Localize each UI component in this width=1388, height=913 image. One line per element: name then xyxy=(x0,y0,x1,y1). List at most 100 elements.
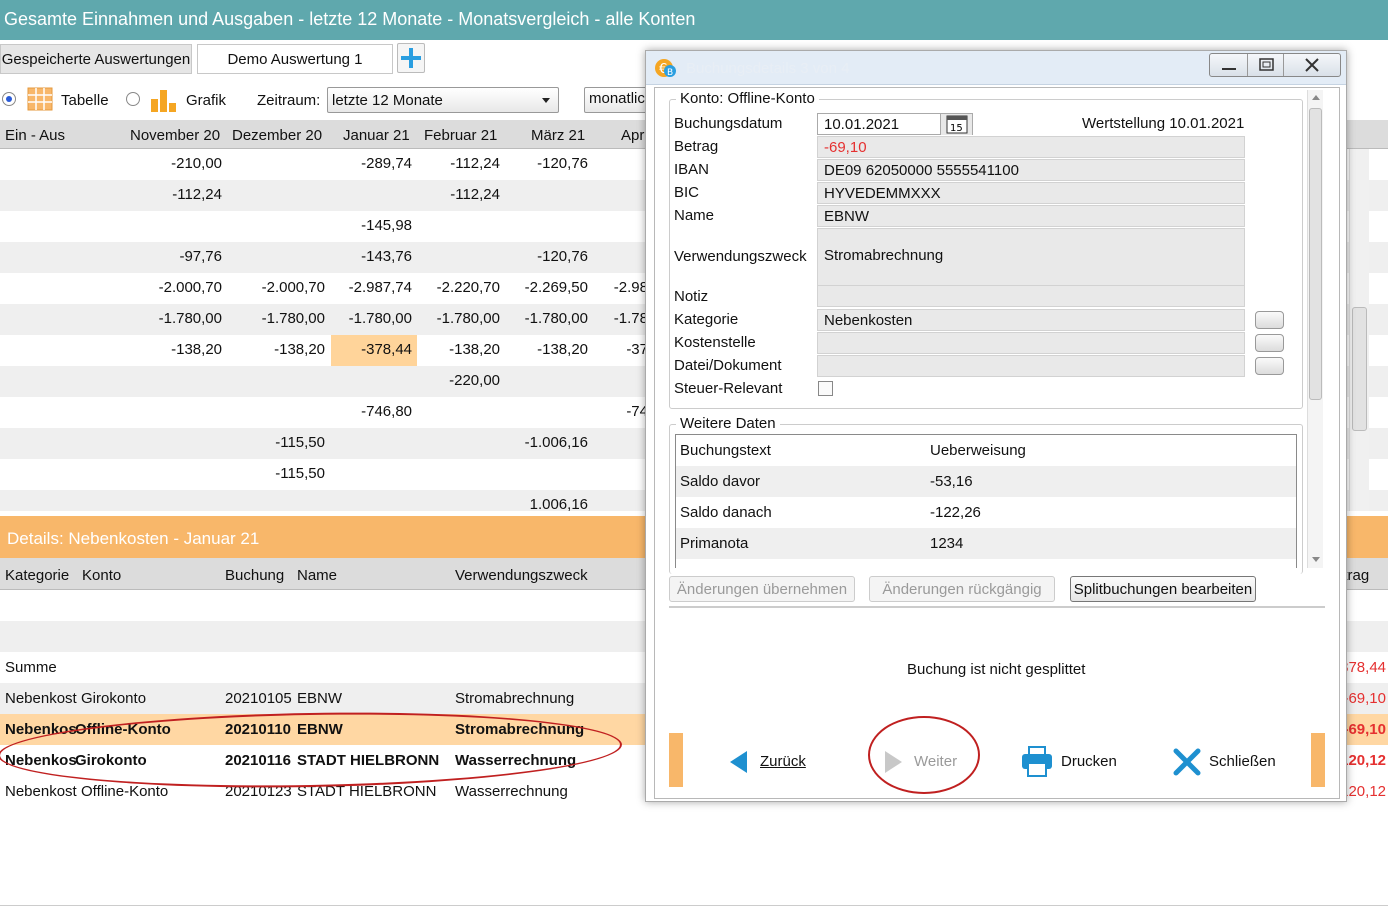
weitere-key: Primanota xyxy=(680,535,749,552)
grid-cell[interactable]: -138,20 xyxy=(274,341,325,358)
grid-cell[interactable]: -2.269,50 xyxy=(525,279,588,296)
grid-cell[interactable]: -97,76 xyxy=(179,248,222,265)
table-icon xyxy=(27,87,53,111)
maximize-button[interactable] xyxy=(1248,54,1284,76)
interval-select[interactable]: monatlich xyxy=(584,87,654,113)
steuer-checkbox[interactable] xyxy=(818,381,833,396)
apply-changes-button[interactable]: Änderungen übernehmen xyxy=(669,576,855,602)
dialog-scroll-thumb[interactable] xyxy=(1309,108,1322,400)
scroll-up-icon xyxy=(1312,95,1320,100)
calendar-button[interactable]: 15 xyxy=(940,114,972,135)
grid-cell[interactable]: -138,20 xyxy=(171,341,222,358)
window-title: Gesamte Einnahmen und Ausgaben - letzte … xyxy=(0,0,1388,40)
minimize-button[interactable] xyxy=(1210,54,1248,76)
col-verwendungszweck[interactable]: Verwendungszweck xyxy=(455,567,588,584)
grid-cell[interactable]: -2.987,74 xyxy=(349,279,412,296)
svg-text:B: B xyxy=(667,68,673,78)
grid-cell[interactable]: -145,98 xyxy=(361,217,412,234)
grid-cell[interactable]: -138,20 xyxy=(537,341,588,358)
dialog-titlebar[interactable]: € B Buchungsdetails 3 von 4 xyxy=(646,51,1346,85)
close-window-button[interactable] xyxy=(1284,54,1340,76)
datei-field[interactable] xyxy=(817,355,1245,377)
table-radio[interactable] xyxy=(2,92,16,106)
dialog-scrollbar[interactable] xyxy=(1307,90,1323,568)
period-label: Zeitraum: xyxy=(257,92,321,109)
grid-cell[interactable]: -1.78 xyxy=(614,310,648,327)
tab-saved[interactable]: Gespeicherte Auswertungen xyxy=(0,44,192,74)
wertstellung-text: Wertstellung 10.01.2021 xyxy=(1082,115,1245,132)
kostenstelle-select-button[interactable] xyxy=(1255,334,1284,352)
kostenstelle-field[interactable] xyxy=(817,332,1245,354)
grid-cell[interactable]: -115,50 xyxy=(275,434,325,451)
kategorie-field[interactable]: Nebenkosten xyxy=(817,309,1245,331)
grid-cell[interactable]: -210,00 xyxy=(171,155,222,172)
notiz-field[interactable] xyxy=(817,285,1245,307)
grid-cell[interactable]: -1.780,00 xyxy=(525,310,588,327)
grid-cell[interactable]: -1.780,00 xyxy=(262,310,325,327)
kategorie-select-button[interactable] xyxy=(1255,311,1284,329)
col-header[interactable]: Februar 21 xyxy=(424,127,497,144)
grid-cell[interactable]: -746,80 xyxy=(361,403,412,420)
grid-cell[interactable]: -120,76 xyxy=(537,248,588,265)
grid-cell[interactable]: -289,74 xyxy=(361,155,412,172)
col-header[interactable]: Januar 21 xyxy=(343,127,410,144)
iban-value: DE09 62050000 5555541100 xyxy=(824,162,1019,179)
details-cell-kategorie: Nebenkost xyxy=(5,783,77,800)
col-buchung[interactable]: Buchung xyxy=(225,567,284,584)
edit-split-button[interactable]: Splitbuchungen bearbeiten xyxy=(1070,576,1256,602)
plus-icon xyxy=(401,48,421,68)
datei-select-button[interactable] xyxy=(1255,357,1284,375)
grid-cell[interactable]: -1.780,00 xyxy=(437,310,500,327)
col-kategorie[interactable]: Kategorie xyxy=(5,567,69,584)
grid-cell[interactable]: -2.220,70 xyxy=(437,279,500,296)
weitere-key: Saldo davor xyxy=(680,473,761,490)
grid-cell[interactable]: -2.98 xyxy=(614,279,648,296)
add-tab-button[interactable] xyxy=(397,43,425,73)
grid-cell[interactable]: -112,24 xyxy=(450,186,500,203)
back-button[interactable]: Zurück xyxy=(727,744,837,784)
grid-cell[interactable]: -2.000,70 xyxy=(159,279,222,296)
grid-cell[interactable]: -120,76 xyxy=(537,155,588,172)
period-select-value: letzte 12 Monate xyxy=(332,92,443,109)
chart-radio[interactable] xyxy=(126,92,140,106)
period-select[interactable]: letzte 12 Monate xyxy=(327,87,559,113)
col-header[interactable]: März 21 xyxy=(531,127,585,144)
col-header[interactable]: November 20 xyxy=(130,127,220,144)
grid-cell[interactable]: -138,20 xyxy=(449,341,500,358)
weitere-table: Buchungstext Ueberweisung Saldo davor -5… xyxy=(675,434,1297,568)
close-button[interactable]: Schließen xyxy=(1173,744,1293,784)
dialog-title: Buchungsdetails 3 von 4 xyxy=(686,60,850,77)
close-icon xyxy=(1305,58,1319,72)
grid-cell[interactable]: -378,44 xyxy=(361,341,412,358)
col-header[interactable]: Ein - Aus xyxy=(5,127,65,144)
kategorie-label: Kategorie xyxy=(674,311,739,328)
col-name[interactable]: Name xyxy=(297,567,337,584)
weitere-group-label: Weitere Daten xyxy=(676,415,780,432)
grid-cell[interactable]: -220,00 xyxy=(449,372,500,389)
grid-cell[interactable]: -115,50 xyxy=(275,465,325,482)
col-header[interactable]: Dezember 20 xyxy=(232,127,322,144)
verwendungszweck-field[interactable]: Stromabrechnung xyxy=(817,228,1245,286)
print-button[interactable]: Drucken xyxy=(1021,744,1131,784)
grid-cell[interactable]: -112,24 xyxy=(172,186,222,203)
grid-cell[interactable]: -1.780,00 xyxy=(159,310,222,327)
grid-scroll-thumb[interactable] xyxy=(1352,307,1367,431)
name-field[interactable]: EBNW xyxy=(817,205,1245,227)
grid-scrollbar[interactable] xyxy=(1349,149,1369,511)
bic-field[interactable]: HYVEDEMMXXX xyxy=(817,182,1245,204)
grid-cell[interactable]: -2.000,70 xyxy=(262,279,325,296)
grid-cell[interactable]: -143,76 xyxy=(361,248,412,265)
iban-field[interactable]: DE09 62050000 5555541100 xyxy=(817,159,1245,181)
betrag-field[interactable]: -69,10 xyxy=(817,136,1245,158)
notiz-label: Notiz xyxy=(674,288,709,305)
tab-demo[interactable]: Demo Auswertung 1 xyxy=(197,44,393,74)
revert-changes-button[interactable]: Änderungen rückgängig xyxy=(869,576,1055,602)
table-label: Tabelle xyxy=(61,92,109,109)
grid-cell[interactable]: -112,24 xyxy=(450,155,500,172)
col-konto[interactable]: Konto xyxy=(82,567,121,584)
grid-cell[interactable]: -1.006,16 xyxy=(525,434,588,451)
grid-cell[interactable]: 1.006,16 xyxy=(530,496,588,511)
grid-cell[interactable]: -1.780,00 xyxy=(349,310,412,327)
printer-icon xyxy=(1022,746,1052,777)
window-buttons xyxy=(1209,53,1341,77)
